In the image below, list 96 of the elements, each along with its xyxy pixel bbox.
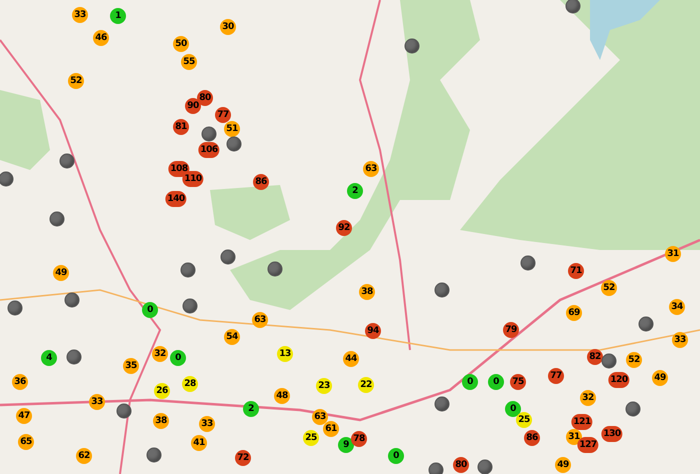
offline-marker[interactable] xyxy=(602,354,616,368)
reading-marker[interactable]: 77 xyxy=(215,107,231,123)
reading-marker[interactable]: 49 xyxy=(53,265,69,281)
reading-marker[interactable]: 0 xyxy=(462,374,478,390)
reading-marker[interactable]: 82 xyxy=(587,349,603,365)
offline-marker[interactable] xyxy=(50,212,64,226)
reading-marker[interactable]: 41 xyxy=(191,435,207,451)
reading-marker[interactable]: 86 xyxy=(253,174,269,190)
reading-marker[interactable]: 92 xyxy=(336,220,352,236)
reading-marker[interactable]: 121 xyxy=(571,414,593,430)
reading-marker[interactable]: 38 xyxy=(359,284,375,300)
reading-marker[interactable]: 49 xyxy=(555,457,571,473)
reading-marker[interactable]: 0 xyxy=(388,448,404,464)
reading-marker[interactable]: 22 xyxy=(358,377,374,393)
reading-marker[interactable]: 62 xyxy=(76,448,92,464)
reading-marker[interactable]: 52 xyxy=(626,352,642,368)
reading-marker[interactable]: 9 xyxy=(338,437,354,453)
offline-marker[interactable] xyxy=(64,292,80,308)
reading-marker[interactable]: 33 xyxy=(72,7,88,23)
reading-marker[interactable]: 90 xyxy=(185,98,201,114)
reading-marker[interactable]: 51 xyxy=(224,121,240,137)
reading-marker[interactable]: 31 xyxy=(566,429,582,445)
reading-marker[interactable]: 23 xyxy=(316,378,332,394)
reading-marker[interactable]: 79 xyxy=(503,322,519,338)
reading-marker[interactable]: 54 xyxy=(224,329,240,345)
reading-marker[interactable]: 140 xyxy=(165,191,187,207)
reading-marker[interactable]: 0 xyxy=(488,374,504,390)
offline-marker[interactable] xyxy=(66,350,82,364)
offline-marker[interactable] xyxy=(434,282,450,298)
reading-marker[interactable]: 110 xyxy=(182,171,204,187)
reading-marker[interactable]: 48 xyxy=(274,388,290,404)
reading-marker[interactable]: 75 xyxy=(510,374,526,390)
reading-marker[interactable]: 77 xyxy=(548,368,564,384)
reading-marker[interactable]: 33 xyxy=(89,394,105,410)
offline-marker[interactable] xyxy=(202,126,216,142)
reading-marker[interactable]: 63 xyxy=(363,161,379,177)
reading-marker[interactable]: 25 xyxy=(303,430,319,446)
reading-marker[interactable]: 2 xyxy=(347,183,363,199)
offline-marker[interactable] xyxy=(566,0,580,14)
reading-marker[interactable]: 47 xyxy=(16,408,32,424)
reading-marker[interactable]: 35 xyxy=(123,358,139,374)
reading-marker[interactable]: 63 xyxy=(252,312,268,328)
reading-marker[interactable]: 32 xyxy=(580,390,596,406)
reading-marker[interactable]: 36 xyxy=(12,374,28,390)
reading-marker[interactable]: 65 xyxy=(18,434,34,450)
offline-marker[interactable] xyxy=(520,256,536,270)
reading-marker[interactable]: 44 xyxy=(343,351,359,367)
reading-marker[interactable]: 38 xyxy=(153,413,169,429)
reading-marker[interactable]: 0 xyxy=(170,350,186,366)
reading-marker[interactable]: 34 xyxy=(669,299,685,315)
reading-marker[interactable]: 50 xyxy=(173,36,189,52)
reading-marker[interactable]: 130 xyxy=(601,426,623,442)
offline-marker[interactable] xyxy=(220,250,236,264)
reading-marker[interactable]: 106 xyxy=(198,142,220,158)
reading-marker[interactable]: 0 xyxy=(142,302,158,318)
reading-marker[interactable]: 33 xyxy=(199,416,215,432)
reading-marker[interactable]: 78 xyxy=(351,431,367,447)
reading-marker[interactable]: 120 xyxy=(608,372,630,388)
reading-marker[interactable]: 71 xyxy=(568,263,584,279)
reading-marker[interactable]: 49 xyxy=(652,370,668,386)
offline-marker[interactable] xyxy=(8,300,22,316)
offline-marker[interactable] xyxy=(0,172,14,186)
offline-marker[interactable] xyxy=(478,460,492,474)
reading-marker[interactable]: 55 xyxy=(181,54,197,70)
offline-marker[interactable] xyxy=(146,448,162,462)
reading-marker[interactable]: 32 xyxy=(152,346,168,362)
reading-marker[interactable]: 72 xyxy=(235,450,251,466)
reading-marker[interactable]: 13 xyxy=(277,346,293,362)
reading-marker[interactable]: 52 xyxy=(601,280,617,296)
offline-marker[interactable] xyxy=(116,404,132,418)
reading-marker[interactable]: 86 xyxy=(524,430,540,446)
offline-marker[interactable] xyxy=(180,262,196,278)
reading-marker[interactable]: 80 xyxy=(453,457,469,473)
reading-marker[interactable]: 25 xyxy=(516,412,532,428)
reading-marker[interactable]: 46 xyxy=(93,30,109,46)
offline-marker[interactable] xyxy=(182,298,198,314)
reading-marker[interactable]: 61 xyxy=(323,421,339,437)
reading-marker[interactable]: 4 xyxy=(41,350,57,366)
reading-marker[interactable]: 1 xyxy=(110,8,126,24)
reading-marker[interactable]: 31 xyxy=(665,246,681,262)
reading-marker[interactable]: 52 xyxy=(68,73,84,89)
reading-marker[interactable]: 28 xyxy=(182,376,198,392)
reading-marker[interactable]: 26 xyxy=(154,383,170,399)
offline-marker[interactable] xyxy=(226,136,242,152)
offline-marker[interactable] xyxy=(638,316,654,332)
reading-marker[interactable]: 94 xyxy=(365,323,381,339)
reading-marker[interactable]: 69 xyxy=(566,305,582,321)
offline-marker[interactable] xyxy=(428,462,444,474)
offline-marker[interactable] xyxy=(434,396,450,412)
reading-marker[interactable]: 33 xyxy=(672,332,688,348)
reading-marker[interactable]: 81 xyxy=(173,119,189,135)
offline-marker[interactable] xyxy=(626,402,640,416)
reading-marker[interactable]: 2 xyxy=(243,401,259,417)
reading-marker[interactable]: 63 xyxy=(312,409,328,425)
reading-marker[interactable]: 30 xyxy=(220,19,236,35)
offline-marker[interactable] xyxy=(60,154,74,168)
